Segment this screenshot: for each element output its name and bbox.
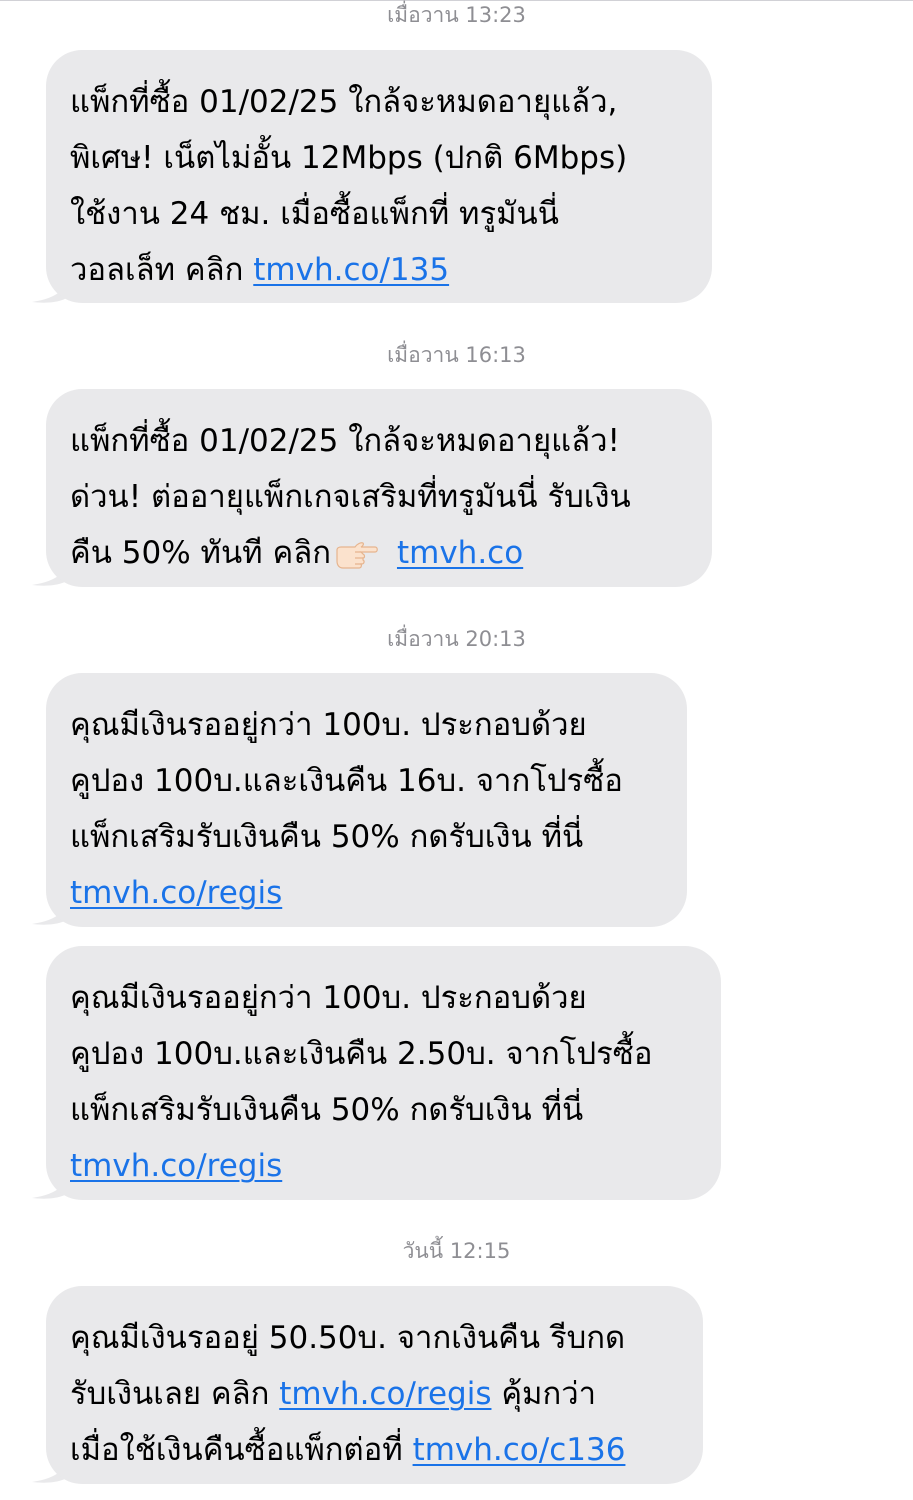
message-line: แพ็กเสริมรับเงินคืน 50% กดรับเงิน ที่นี่ [70, 1092, 584, 1128]
message-link[interactable]: tmvh.co/135 [253, 252, 449, 288]
message-link[interactable]: tmvh.co [397, 535, 523, 571]
timestamp: เมื่อวาน 20:13 [387, 627, 526, 651]
message-line-text: คุ้มกว่า [491, 1376, 597, 1412]
message-line: tmvh.co/regis [70, 1138, 701, 1194]
timestamp: เมื่อวาน 13:23 [387, 3, 526, 27]
message-line: คูปอง 100บ.และเงินคืน 2.50บ. จากโปรซื้อ [70, 1036, 653, 1072]
timestamp: วันนี้ 12:15 [402, 1239, 511, 1263]
message-line: แพ็กที่ซื้อ 01/02/25 ใกล้จะหมดอายุแล้ว, [70, 84, 618, 120]
message-bubble[interactable]: แพ็กที่ซื้อ 01/02/25 ใกล้จะหมดอายุแล้ว, … [46, 50, 712, 303]
message-line-text: เมื่อใช้เงินคืนซื้อแพ็กต่อที่ [70, 1432, 413, 1468]
message-line: พิเศษ! เน็ตไม่อั้น 12Mbps (ปกติ 6Mbps) [70, 140, 628, 176]
message-line: คูปอง 100บ.และเงินคืน 16บ. จากโปรซื้อ [70, 763, 623, 799]
message-link[interactable]: tmvh.co/regis [70, 875, 282, 911]
message-link[interactable]: tmvh.co/c136 [413, 1432, 626, 1468]
message-line: แพ็กที่ซื้อ 01/02/25 ใกล้จะหมดอายุแล้ว! [70, 423, 620, 459]
message-line-text: รับเงินเลย คลิก [70, 1376, 280, 1412]
message-link[interactable]: tmvh.co/regis [70, 1148, 282, 1184]
message-link[interactable]: tmvh.co/regis [279, 1376, 491, 1412]
timestamp: เมื่อวาน 16:13 [387, 343, 526, 367]
message-bubble[interactable]: คุณมีเงินรออยู่กว่า 100บ. ประกอบด้วย คูป… [46, 946, 721, 1200]
message-line-text: คืน 50% ทันที คลิก [70, 535, 331, 571]
message-line-text: วอลเล็ท คลิก [70, 252, 254, 288]
message-line: รับเงินเลย คลิก tmvh.co/regis คุ้มกว่า [70, 1366, 683, 1422]
message-line: คืน 50% ทันที คลิก tmvh.co [70, 525, 692, 581]
message-line: คุณมีเงินรออยู่กว่า 100บ. ประกอบด้วย [70, 707, 587, 743]
message-line: แพ็กเสริมรับเงินคืน 50% กดรับเงิน ที่นี่ [70, 819, 584, 855]
pointing-right-hand-icon [336, 541, 378, 569]
message-line: คุณมีเงินรออยู่ 50.50บ. จากเงินคืน รีบกด [70, 1320, 626, 1356]
message-bubble[interactable]: คุณมีเงินรออยู่ 50.50บ. จากเงินคืน รีบกด… [46, 1286, 703, 1484]
message-line: ด่วน! ต่ออายุแพ็กเกจเสริมที่ทรูมันนี่ รั… [70, 479, 631, 515]
message-line: เมื่อใช้เงินคืนซื้อแพ็กต่อที่ tmvh.co/c1… [70, 1422, 683, 1478]
message-line: tmvh.co/regis [70, 865, 667, 921]
message-line: วอลเล็ท คลิก tmvh.co/135 [70, 242, 692, 298]
message-line: ใช้งาน 24 ชม. เมื่อซื้อแพ็กที่ ทรูมันนี่ [70, 196, 559, 232]
message-bubble[interactable]: คุณมีเงินรออยู่กว่า 100บ. ประกอบด้วย คูป… [46, 673, 687, 927]
message-bubble[interactable]: แพ็กที่ซื้อ 01/02/25 ใกล้จะหมดอายุแล้ว! … [46, 389, 712, 587]
message-line: คุณมีเงินรออยู่กว่า 100บ. ประกอบด้วย [70, 980, 587, 1016]
